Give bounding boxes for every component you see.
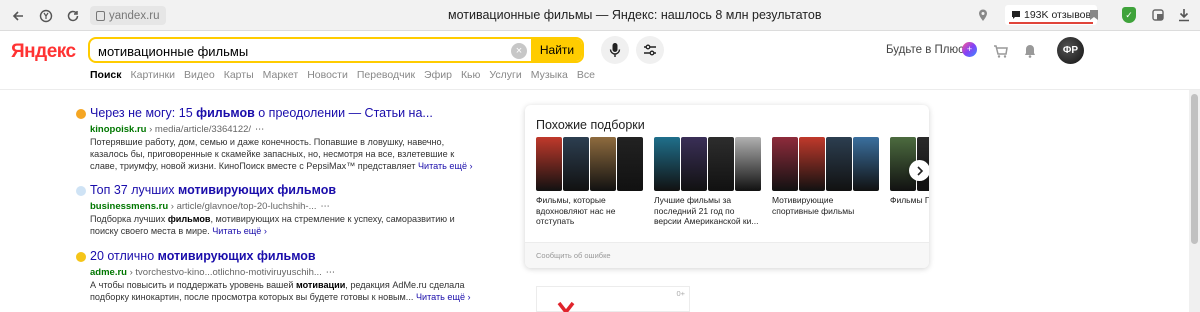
tab-10[interactable]: Услуги — [489, 69, 521, 81]
movie-poster — [708, 137, 734, 191]
tab-2[interactable]: Картинки — [131, 69, 176, 81]
clear-search-icon[interactable]: × — [511, 43, 527, 59]
kinopoisk-favicon-icon — [76, 109, 86, 119]
read-more-link[interactable]: Читать ещё › — [416, 292, 471, 302]
reload-icon[interactable] — [63, 6, 83, 26]
tab-8[interactable]: Эфир — [424, 69, 452, 81]
collection-label: Фильмы Питтом — [890, 195, 929, 205]
collection-posters — [536, 137, 644, 191]
plus-promo-link[interactable]: Будьте в Плюсе — [886, 44, 970, 56]
ad-banner[interactable]: 0+ — [536, 286, 690, 312]
carousel-next-button[interactable] — [909, 160, 929, 181]
notifications-bell-icon[interactable] — [1022, 43, 1038, 59]
movie-poster — [772, 137, 798, 191]
download-icon[interactable] — [1176, 7, 1192, 23]
result-title-link[interactable]: 20 отлично мотивирующих фильмов — [90, 249, 316, 263]
search-form: × Найти — [88, 37, 584, 63]
movie-poster — [654, 137, 680, 191]
cart-icon[interactable] — [992, 43, 1008, 59]
search-result: 20 отлично мотивирующих фильмов adme.ru … — [76, 249, 476, 302]
tab-4[interactable]: Карты — [224, 69, 254, 81]
collection-item[interactable]: Лучшие фильмы за последний 21 год по вер… — [654, 137, 762, 227]
collection-item[interactable]: Мотивирующие спортивные фильмы — [772, 137, 880, 216]
more-options-icon[interactable]: ⋯ — [255, 124, 265, 135]
chat-icon — [1012, 11, 1020, 19]
yandex-logo[interactable]: Яндекс — [11, 41, 76, 63]
reviews-badge[interactable]: 193K отзывов — [1005, 5, 1098, 25]
result-url[interactable]: adme.ru › tvorchestvo-kino...otlichno-mo… — [90, 267, 335, 278]
lock-icon — [96, 10, 105, 21]
search-services-tabs: Поиск Картинки Видео Карты Маркет Новости Пере… — [90, 69, 595, 81]
collection-posters — [772, 137, 880, 191]
result-snippet: Подборка лучших фильмов, мотивирующих на… — [90, 214, 455, 236]
search-result: Топ 37 лучших мотивирующих фильмов busin… — [76, 183, 476, 236]
more-options-icon[interactable]: ⋯ — [326, 267, 336, 278]
tab-9[interactable]: Кью — [461, 69, 480, 81]
read-more-link[interactable]: Читать ещё › — [212, 226, 267, 236]
plus-badge-icon[interactable]: + — [962, 42, 977, 57]
scrollbar-thumb[interactable] — [1191, 94, 1198, 244]
address-bar[interactable]: yandex.ru — [90, 6, 166, 25]
tab-6[interactable]: Новости — [307, 69, 348, 81]
result-title-link[interactable]: Через не могу: 15 фильмов о преодолении … — [90, 106, 433, 120]
chevron-right-icon — [916, 165, 923, 176]
tab-1[interactable]: Поиск — [90, 69, 122, 81]
tab-11[interactable]: Музыка — [531, 69, 568, 81]
collection-label: Лучшие фильмы за последний 21 год по вер… — [654, 195, 759, 227]
movie-poster — [563, 137, 589, 191]
page-scrollbar[interactable] — [1189, 90, 1200, 312]
collection-label: Фильмы, которые вдохновляют нас не отсту… — [536, 195, 616, 227]
address-domain: yandex.ru — [109, 9, 160, 22]
movie-poster — [590, 137, 616, 191]
browser-toolbar: yandex.ru мотивационные фильмы — Яндекс:… — [0, 0, 1200, 31]
search-button[interactable]: Найти — [531, 39, 582, 61]
report-error-link[interactable]: Сообщить об ошибке — [536, 251, 611, 260]
sliders-icon — [644, 44, 656, 56]
voice-search-button[interactable] — [601, 36, 629, 64]
reviews-count: 193K отзывов — [1024, 9, 1092, 21]
tab-3[interactable]: Видео — [184, 69, 215, 81]
location-icon[interactable] — [975, 7, 991, 23]
tab-12[interactable]: Все — [577, 69, 595, 81]
search-settings-button[interactable] — [636, 36, 664, 64]
movie-poster — [735, 137, 761, 191]
movie-poster — [799, 137, 825, 191]
result-title-link[interactable]: Топ 37 лучших мотивирующих фильмов — [90, 183, 336, 197]
bookmark-icon[interactable] — [1086, 7, 1102, 23]
more-options-icon[interactable]: ⋯ — [321, 201, 331, 212]
header-divider — [0, 89, 1200, 90]
tab-7[interactable]: Переводчик — [357, 69, 415, 81]
movie-poster — [617, 137, 643, 191]
user-avatar[interactable]: ФР — [1057, 37, 1084, 64]
result-url[interactable]: businessmens.ru › article/glavnoe/top-20… — [90, 201, 330, 212]
extensions-icon[interactable] — [1150, 7, 1166, 23]
movie-poster — [681, 137, 707, 191]
result-url[interactable]: kinopoisk.ru › media/article/3364122/⋯ — [90, 124, 265, 135]
collections-title: Похожие подборки — [536, 118, 645, 132]
card-footer: Сообщить об ошибке — [525, 242, 929, 268]
page-title: мотивационные фильмы — Яндекс: нашлось 8… — [448, 8, 822, 22]
collection-posters — [654, 137, 762, 191]
ad-logo-icon — [557, 301, 575, 312]
read-more-link[interactable]: Читать ещё › — [418, 161, 473, 171]
result-snippet: А чтобы повысить и поддержать уровень ва… — [90, 280, 471, 302]
collection-item[interactable]: Фильмы, которые вдохновляют нас не отсту… — [536, 137, 644, 227]
collection-label: Мотивирующие спортивные фильмы — [772, 195, 855, 216]
microphone-icon — [609, 43, 621, 57]
protect-shield-icon[interactable]: ✓ — [1122, 7, 1136, 23]
result-snippet: Потерявшие работу, дом, семью и даже кон… — [90, 137, 473, 171]
yandex-ext-icon[interactable] — [36, 6, 56, 26]
businessmens-favicon-icon — [76, 186, 86, 196]
search-result: Через не могу: 15 фильмов о преодолении … — [76, 106, 476, 171]
search-input[interactable] — [98, 42, 508, 60]
movie-poster — [853, 137, 879, 191]
age-rating: 0+ — [676, 289, 685, 298]
back-icon[interactable] — [8, 6, 28, 26]
tab-5[interactable]: Маркет — [263, 69, 299, 81]
similar-collections-card: Похожие подборки Фильмы, которые вдохнов… — [525, 105, 929, 268]
adme-favicon-icon — [76, 252, 86, 262]
movie-poster — [536, 137, 562, 191]
movie-poster — [826, 137, 852, 191]
